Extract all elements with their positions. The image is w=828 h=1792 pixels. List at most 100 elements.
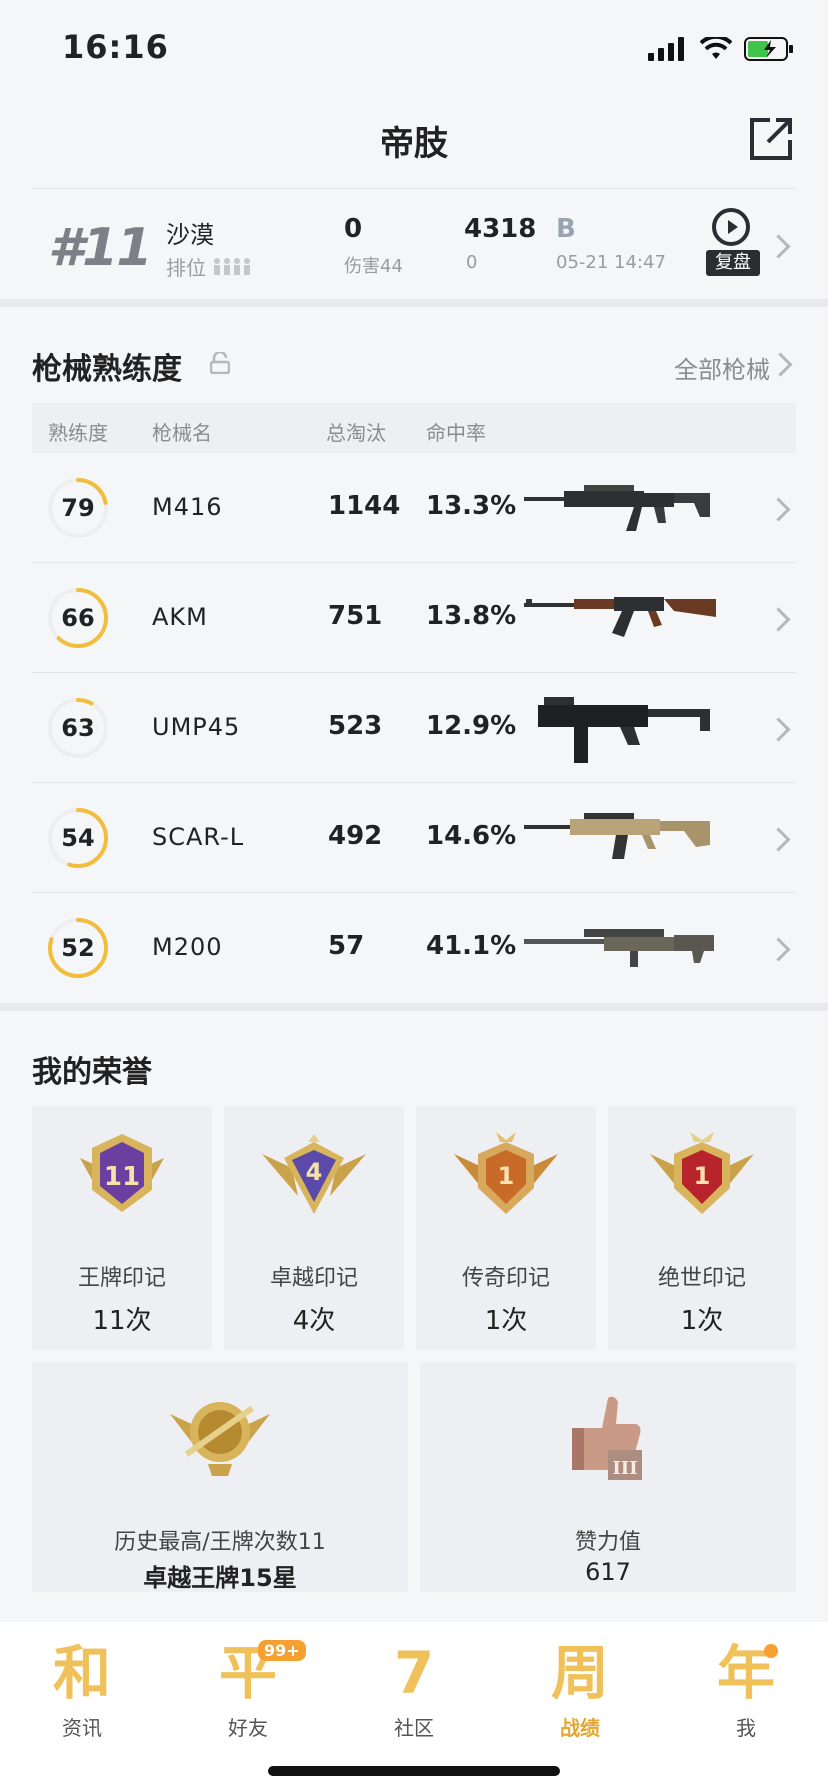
highest-rank-card[interactable]: 历史最高/王牌次数11 卓越王牌15星: [32, 1362, 408, 1592]
supreme-badge-icon: 1: [650, 1132, 754, 1214]
home-indicator: [268, 1766, 560, 1776]
header-name: 枪械名: [152, 421, 212, 445]
ace-badge-icon: 11: [80, 1134, 164, 1212]
play-icon: [712, 208, 750, 246]
weapon-row[interactable]: 63 UMP45 523 12.9%: [32, 673, 796, 783]
tab-label: 社区: [394, 1716, 434, 1740]
thumbs-up-icon: III: [572, 1396, 642, 1480]
badge-label: 王牌印记: [77, 1266, 166, 1291]
section-divider: [0, 299, 828, 307]
match-mode: 沙漠: [166, 221, 214, 249]
match-kills: 0: [344, 214, 363, 244]
ump45-smg-image: [538, 697, 710, 763]
match-score-sub: 0: [466, 252, 478, 273]
weapon-row[interactable]: 79 M416 1144 13.3%: [32, 453, 796, 563]
weapons-table-header: 熟练度 枪械名 总淘汰 命中率: [32, 403, 796, 453]
weapon-kills: 492: [328, 821, 383, 851]
notification-dot: [764, 1644, 778, 1658]
rank-label-text: 排位: [166, 256, 206, 280]
lock-icon[interactable]: [210, 352, 230, 374]
chevron-right-icon[interactable]: [766, 827, 791, 852]
chevron-right-icon[interactable]: [766, 497, 791, 522]
mastery-value: 54: [61, 824, 95, 852]
tab-community[interactable]: 7 社区: [354, 1640, 474, 1741]
likes-card[interactable]: III 赞力值 617: [420, 1362, 796, 1592]
tab-records[interactable]: 周 战绩: [520, 1640, 640, 1741]
scar-l-rifle-image: [524, 813, 710, 859]
weapon-row[interactable]: 66 AKM 751 13.8%: [32, 563, 796, 673]
akm-rifle-image: [524, 597, 716, 637]
section-divider: [0, 1003, 828, 1011]
page-title: 帝肢: [380, 124, 448, 164]
match-damage: 伤害44: [344, 256, 403, 277]
header-kills: 总淘汰: [326, 421, 386, 445]
honors-section-title: 我的荣誉: [32, 1055, 152, 1090]
svg-text:11: 11: [104, 1162, 140, 1192]
weapon-name: AKM: [152, 603, 208, 631]
match-grade: B: [556, 214, 576, 244]
tab-label: 我: [736, 1716, 756, 1740]
tab-label: 好友: [228, 1716, 268, 1740]
chevron-right-icon[interactable]: [768, 352, 793, 377]
match-rank: #11: [48, 218, 153, 278]
replay-button[interactable]: 复盘: [706, 208, 760, 278]
news-tab-icon: 和: [52, 1639, 111, 1707]
weapon-kills: 751: [328, 601, 383, 631]
weapon-kills: 57: [328, 931, 365, 961]
tab-label: 战绩: [560, 1716, 600, 1740]
svg-text:1: 1: [498, 1162, 515, 1190]
highest-rank-value: 卓越王牌15星: [143, 1564, 297, 1592]
svg-text:4: 4: [306, 1158, 323, 1186]
weapon-accuracy: 13.3%: [426, 491, 517, 521]
weapon-name: M200: [152, 933, 223, 961]
elite-badge-icon: 4: [262, 1134, 366, 1214]
chevron-right-icon[interactable]: [766, 607, 791, 632]
share-icon: [750, 118, 792, 160]
all-weapons-link[interactable]: 全部枪械: [674, 350, 770, 385]
signal-icon: [648, 37, 684, 61]
rank-label: 排位: [166, 252, 252, 281]
tab-me[interactable]: 年 我: [686, 1640, 806, 1741]
mastery-value: 52: [61, 934, 95, 962]
badge-count: 4次: [292, 1306, 336, 1336]
tab-friends[interactable]: 平 好友 99+: [188, 1640, 308, 1741]
badge-label: 卓越印记: [269, 1266, 358, 1291]
honor-card-ace[interactable]: 11 王牌印记 11次: [32, 1106, 212, 1350]
weapon-kills: 523: [328, 711, 383, 741]
badge-label: 绝世印记: [657, 1266, 746, 1291]
badge-count: 1次: [484, 1306, 528, 1336]
chevron-right-icon[interactable]: [766, 937, 791, 962]
honor-card-supreme[interactable]: 1 绝世印记 1次: [608, 1106, 796, 1350]
badge-count: 1次: [680, 1306, 724, 1336]
team-icon: [214, 258, 251, 275]
badge-count: 11次: [92, 1306, 152, 1336]
weapon-name: M416: [152, 493, 223, 521]
svg-text:III: III: [612, 1458, 637, 1479]
weapon-name: UMP45: [152, 713, 241, 741]
weapons-section-title: 枪械熟练度: [32, 352, 182, 387]
wifi-icon: [700, 37, 732, 59]
chevron-right-icon[interactable]: [766, 717, 791, 742]
records-tab-icon: 周: [550, 1639, 609, 1707]
weapon-name: SCAR-L: [152, 823, 245, 851]
weapon-kills: 1144: [328, 491, 401, 521]
weapon-row[interactable]: 54 SCAR-L 492 14.6%: [32, 783, 796, 893]
weapon-accuracy: 12.9%: [426, 711, 517, 741]
tab-news[interactable]: 和 资讯: [22, 1640, 142, 1741]
svg-text:1: 1: [694, 1162, 711, 1190]
highest-rank-label: 历史最高/王牌次数11: [114, 1530, 326, 1555]
weapon-row[interactable]: 52 M200 57 41.1%: [32, 893, 796, 1003]
mastery-value: 63: [61, 714, 95, 742]
honor-card-elite[interactable]: 4 卓越印记 4次: [224, 1106, 404, 1350]
me-tab-icon: 年: [716, 1639, 775, 1707]
tab-label: 资讯: [62, 1716, 102, 1740]
share-button[interactable]: [748, 116, 794, 162]
match-datetime: 05-21 14:47: [556, 252, 666, 273]
status-icons: [648, 34, 794, 64]
weapon-accuracy: 41.1%: [426, 931, 517, 961]
weapon-accuracy: 13.8%: [426, 601, 517, 631]
mastery-value: 79: [61, 494, 95, 522]
m200-sniper-image: [524, 929, 714, 967]
match-score: 4318: [464, 214, 537, 244]
honor-card-legend[interactable]: 1 传奇印记 1次: [416, 1106, 596, 1350]
